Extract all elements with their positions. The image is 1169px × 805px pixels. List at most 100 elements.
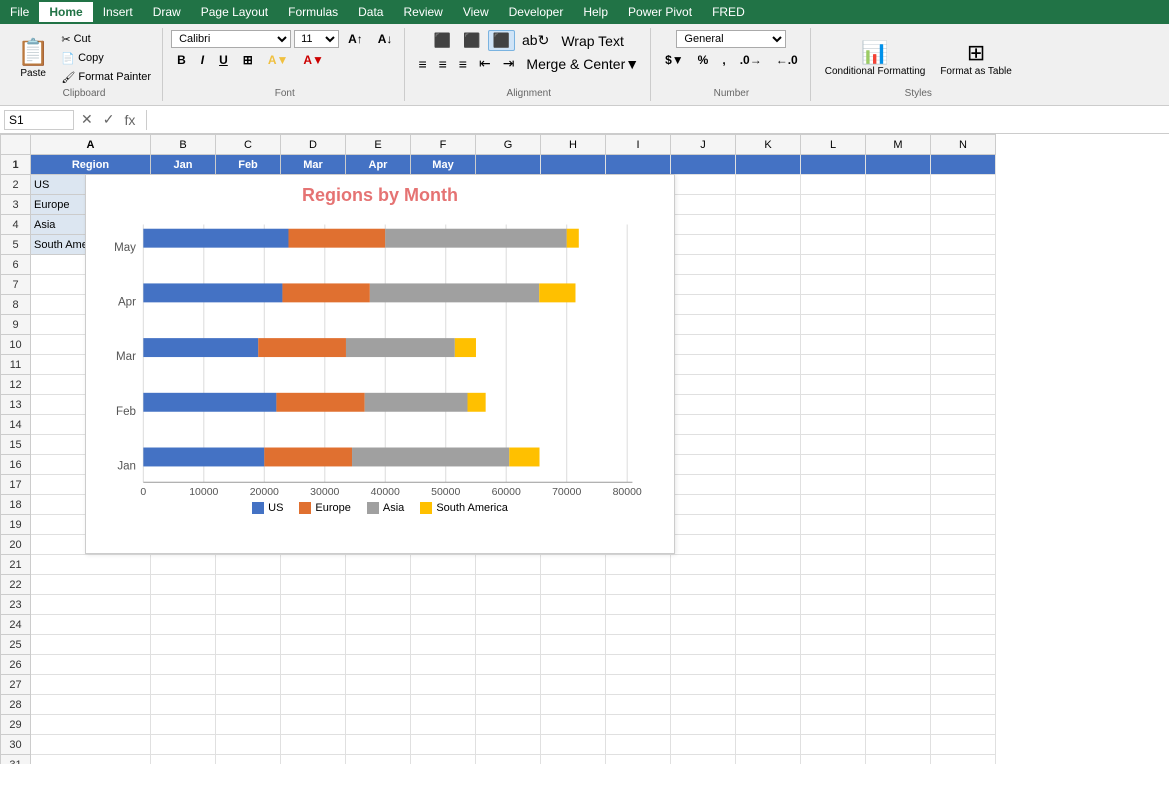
- copy-icon: 📄: [61, 52, 75, 65]
- align-center-button[interactable]: ≡: [434, 53, 452, 74]
- bar-may-asia: [385, 229, 566, 248]
- align-left-button[interactable]: ≡: [413, 53, 431, 74]
- menu-page-layout[interactable]: Page Layout: [191, 2, 278, 22]
- format-painter-button[interactable]: 🖌 Format Painter: [56, 69, 156, 86]
- col-header-D[interactable]: D: [281, 135, 346, 155]
- table-row: 1 Region Jan Feb Mar Apr May: [1, 155, 996, 175]
- percent-button[interactable]: %: [692, 51, 715, 69]
- increase-indent-button[interactable]: ⇥: [498, 53, 520, 74]
- font-family-select[interactable]: Calibri: [171, 30, 291, 48]
- col-header-B[interactable]: B: [151, 135, 216, 155]
- menu-formulas[interactable]: Formulas: [278, 2, 348, 22]
- font-size-select[interactable]: 11: [294, 30, 339, 48]
- increase-font-button[interactable]: A↑: [342, 30, 369, 48]
- col-header-G[interactable]: G: [476, 135, 541, 155]
- font-color-button[interactable]: A▼: [297, 51, 330, 69]
- cell-N1[interactable]: [931, 155, 996, 175]
- decrease-font-button[interactable]: A↓: [372, 30, 399, 48]
- cut-button[interactable]: ✂ Cut: [56, 31, 156, 48]
- cell-F1[interactable]: May: [411, 155, 476, 175]
- underline-button[interactable]: U: [213, 51, 234, 69]
- currency-button[interactable]: $▼: [659, 51, 690, 69]
- menu-view[interactable]: View: [453, 2, 499, 22]
- table-row: 22: [1, 575, 996, 595]
- clipboard-buttons: 📋 Paste ✂ Cut 📄 Copy 🖌 Format Painter: [12, 30, 156, 86]
- number-group-label: Number: [714, 88, 750, 99]
- cell-B1[interactable]: Jan: [151, 155, 216, 175]
- conditional-formatting-button[interactable]: 📊 Conditional Formatting: [819, 30, 932, 86]
- align-right-button[interactable]: ≡: [454, 53, 472, 74]
- legend-europe-label: Europe: [315, 502, 350, 514]
- insert-function-icon[interactable]: fx: [121, 111, 138, 129]
- font-content: Calibri 11 A↑ A↓ B I U ⊞ A▼ A▼: [171, 30, 398, 86]
- italic-button[interactable]: I: [195, 51, 210, 69]
- menu-power-pivot[interactable]: Power Pivot: [618, 2, 702, 22]
- cell-K1[interactable]: [736, 155, 801, 175]
- orientation-button[interactable]: ab↻: [517, 30, 554, 51]
- table-row: 24: [1, 615, 996, 635]
- format-as-table-button[interactable]: ⊞ Format as Table: [934, 30, 1018, 86]
- cell-reference-input[interactable]: [4, 110, 74, 130]
- cell-L1[interactable]: [801, 155, 866, 175]
- confirm-icon[interactable]: ✓: [100, 110, 118, 129]
- bar-apr-asia: [370, 283, 539, 302]
- decrease-decimal-button[interactable]: ←.0: [770, 51, 804, 69]
- formula-input[interactable]: [149, 113, 1165, 127]
- svg-text:60000: 60000: [492, 486, 521, 496]
- font-group: Calibri 11 A↑ A↓ B I U ⊞ A▼ A▼ Font: [165, 28, 405, 101]
- menu-file[interactable]: File: [0, 2, 39, 22]
- menu-home[interactable]: Home: [39, 2, 92, 22]
- alignment-row-1: ⬛ ⬛ ⬛ ab↻ Wrap Text: [429, 30, 629, 51]
- cell-E1[interactable]: Apr: [346, 155, 411, 175]
- comma-button[interactable]: ,: [716, 51, 731, 69]
- bold-button[interactable]: B: [171, 51, 192, 69]
- align-top-center-button[interactable]: ⬛: [458, 30, 485, 51]
- col-header-E[interactable]: E: [346, 135, 411, 155]
- menu-data[interactable]: Data: [348, 2, 393, 22]
- bar-feb-sa: [468, 393, 486, 412]
- menu-help[interactable]: Help: [573, 2, 618, 22]
- svg-text:20000: 20000: [250, 486, 279, 496]
- cell-A1[interactable]: Region: [31, 155, 151, 175]
- legend-sa-label: South America: [436, 502, 508, 514]
- copy-button[interactable]: 📄 Copy: [56, 50, 156, 67]
- merge-center-button[interactable]: Merge & Center▼: [521, 53, 644, 74]
- col-header-K[interactable]: K: [736, 135, 801, 155]
- cell-G1[interactable]: [476, 155, 541, 175]
- cancel-icon[interactable]: ✕: [78, 110, 96, 129]
- svg-text:Apr: Apr: [118, 297, 136, 309]
- fill-color-button[interactable]: A▼: [262, 51, 295, 69]
- col-header-I[interactable]: I: [606, 135, 671, 155]
- increase-decimal-button[interactable]: .0→: [734, 51, 768, 69]
- cell-I1[interactable]: [606, 155, 671, 175]
- col-header-N[interactable]: N: [931, 135, 996, 155]
- alignment-group-label: Alignment: [507, 88, 551, 99]
- cell-J1[interactable]: [671, 155, 736, 175]
- cell-H1[interactable]: [541, 155, 606, 175]
- paste-button[interactable]: 📋 Paste: [12, 30, 54, 86]
- chart-container[interactable]: Regions by Month May Apr Mar Feb Jan: [85, 174, 675, 554]
- align-top-right-button[interactable]: ⬛: [488, 30, 515, 51]
- col-header-M[interactable]: M: [866, 135, 931, 155]
- menu-insert[interactable]: Insert: [93, 2, 143, 22]
- borders-button[interactable]: ⊞: [237, 51, 259, 69]
- col-header-H[interactable]: H: [541, 135, 606, 155]
- legend-us-label: US: [268, 502, 283, 514]
- col-header-F[interactable]: F: [411, 135, 476, 155]
- col-header-C[interactable]: C: [216, 135, 281, 155]
- align-top-left-button[interactable]: ⬛: [429, 30, 456, 51]
- menu-review[interactable]: Review: [393, 2, 452, 22]
- col-header-A[interactable]: A: [31, 135, 151, 155]
- cell-D1[interactable]: Mar: [281, 155, 346, 175]
- cell-C1[interactable]: Feb: [216, 155, 281, 175]
- menu-developer[interactable]: Developer: [499, 2, 574, 22]
- wrap-text-button[interactable]: Wrap Text: [556, 30, 629, 51]
- menu-draw[interactable]: Draw: [143, 2, 191, 22]
- decrease-indent-button[interactable]: ⇤: [474, 53, 496, 74]
- col-header-L[interactable]: L: [801, 135, 866, 155]
- cell-M1[interactable]: [866, 155, 931, 175]
- col-header-J[interactable]: J: [671, 135, 736, 155]
- menu-fred[interactable]: FRED: [702, 2, 755, 22]
- number-format-select[interactable]: General: [676, 30, 786, 48]
- styles-group: 📊 Conditional Formatting ⊞ Format as Tab…: [813, 28, 1024, 101]
